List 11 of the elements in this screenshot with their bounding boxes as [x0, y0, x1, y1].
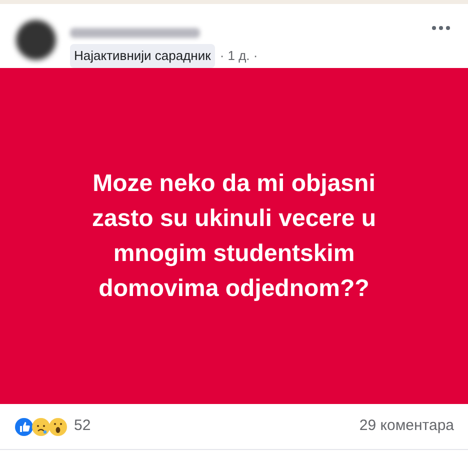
- post-text-line: Moze neko da mi objasni: [92, 169, 376, 199]
- reaction-count[interactable]: 52: [74, 415, 91, 438]
- reaction-icons[interactable]: [14, 416, 68, 436]
- post-time: · 1 д. ·: [220, 47, 258, 65]
- avatar-placeholder: [16, 20, 56, 60]
- comment-count[interactable]: 29 коментара: [359, 415, 454, 438]
- post-text-line: zasto su ukinuli vecere u: [92, 204, 376, 234]
- more-options-button[interactable]: [430, 24, 452, 32]
- member-badge: Најактивнији сарадник: [70, 44, 215, 68]
- post-text-line: mnogim studentskim: [113, 239, 355, 269]
- post-text-line: domovima odjednom??: [98, 274, 370, 304]
